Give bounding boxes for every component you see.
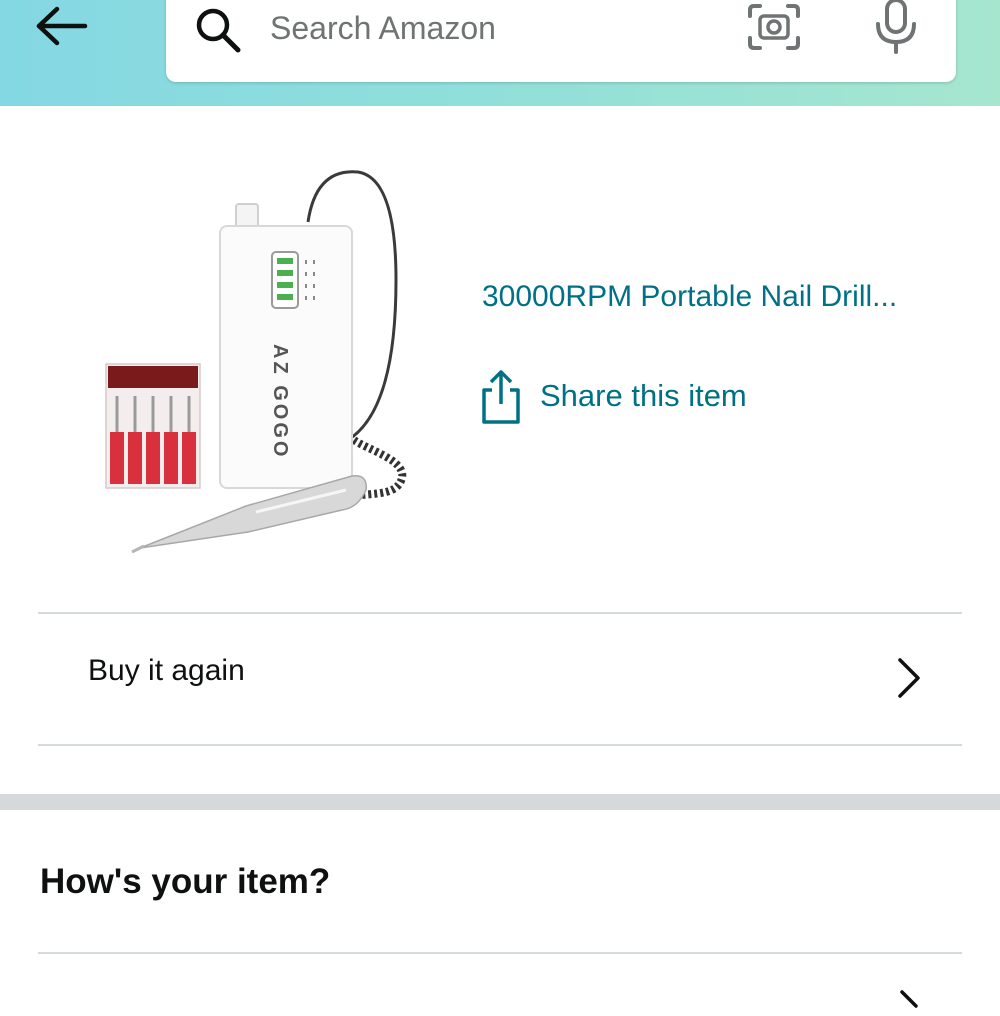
chevron-right-icon <box>898 658 920 698</box>
back-button[interactable] <box>28 0 94 52</box>
section-separator <box>0 794 1000 810</box>
svg-text:AZ GOGO: AZ GOGO <box>269 344 291 459</box>
buy-it-again-row[interactable]: Buy it again <box>38 616 962 744</box>
top-header <box>0 0 1000 106</box>
arrow-left-icon <box>36 6 88 46</box>
divider <box>38 744 962 746</box>
product-image[interactable]: AZ GOGO <box>96 160 426 570</box>
buy-it-again-label: Buy it again <box>88 654 245 687</box>
share-icon <box>482 370 520 424</box>
divider <box>38 952 962 954</box>
search-bar[interactable] <box>166 0 956 82</box>
divider <box>38 612 962 614</box>
search-input[interactable] <box>270 4 710 52</box>
camera-lens-icon[interactable] <box>746 2 802 52</box>
review-section-title: How's your item? <box>40 862 331 901</box>
share-item-link[interactable]: Share this item <box>478 364 747 428</box>
chevron-right-icon[interactable] <box>894 986 924 1016</box>
microphone-icon[interactable] <box>870 0 922 56</box>
search-icon[interactable] <box>192 4 244 56</box>
share-item-label: Share this item <box>540 378 747 413</box>
product-title-link[interactable]: 30000RPM Portable Nail Drill... <box>482 274 902 320</box>
